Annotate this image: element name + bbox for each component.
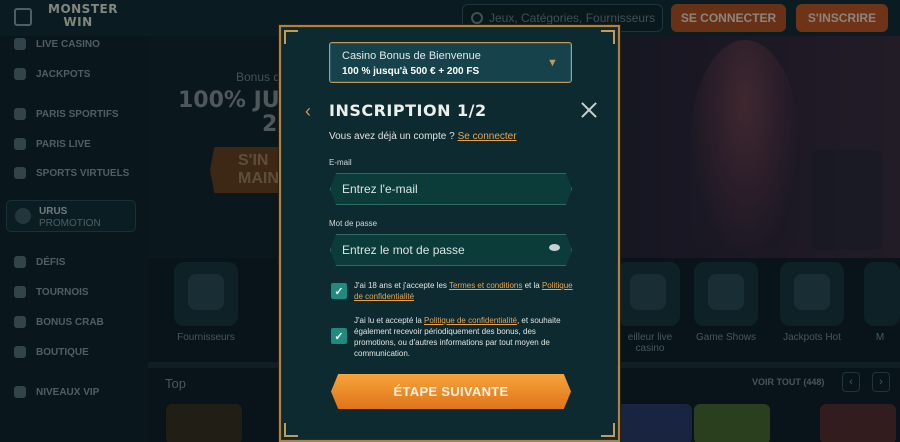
terms-link[interactable]: Termes et conditions: [449, 281, 522, 290]
marketing-checkbox[interactable]: ✓: [331, 328, 347, 344]
eye-icon[interactable]: [549, 244, 560, 251]
terms-checkbox[interactable]: ✓: [331, 283, 347, 299]
ornament: [284, 423, 298, 437]
email-label: E-mail: [329, 158, 352, 167]
email-field[interactable]: Entrez l'e-mail: [330, 173, 572, 205]
terms-text: J'ai 18 ans et j'accepte les Termes et c…: [354, 280, 576, 302]
terms-prefix: J'ai 18 ans et j'accepte les: [354, 281, 447, 290]
ornament: [601, 423, 615, 437]
marketing-text: J'ai lu et accepté la Politique de confi…: [354, 315, 576, 359]
back-arrow-icon[interactable]: ‹: [305, 101, 315, 121]
password-label: Mot de passe: [329, 219, 378, 228]
bonus-value: 100 % jusqu'à 500 € + 200 FS: [342, 66, 480, 77]
close-icon[interactable]: [580, 101, 598, 119]
email-placeholder: Entrez l'e-mail: [342, 182, 418, 196]
privacy-link-2[interactable]: Politique de confidentialité: [424, 316, 517, 325]
modal-title: INSCRIPTION 1/2: [329, 101, 487, 120]
bonus-name: Casino Bonus de Bienvenue: [342, 50, 481, 62]
bonus-select[interactable]: Casino Bonus de Bienvenue 100 % jusqu'à …: [329, 42, 572, 83]
marketing-prefix: J'ai lu et accepté la: [354, 316, 422, 325]
ornament: [601, 30, 615, 44]
password-field[interactable]: Entrez le mot de passe: [330, 234, 572, 266]
password-placeholder: Entrez le mot de passe: [342, 243, 465, 257]
next-step-button[interactable]: ÉTAPE SUIVANTE: [331, 374, 571, 409]
ornament: [284, 30, 298, 44]
have-account-label: Vous avez déjà un compte ?: [329, 131, 455, 142]
terms-middle: et la: [524, 281, 540, 290]
have-account-text: Vous avez déjà un compte ? Se connecter: [329, 131, 517, 142]
chevron-down-icon: ▼: [547, 57, 558, 69]
signup-modal: Casino Bonus de Bienvenue 100 % jusqu'à …: [279, 25, 620, 442]
login-link[interactable]: Se connecter: [458, 131, 517, 142]
